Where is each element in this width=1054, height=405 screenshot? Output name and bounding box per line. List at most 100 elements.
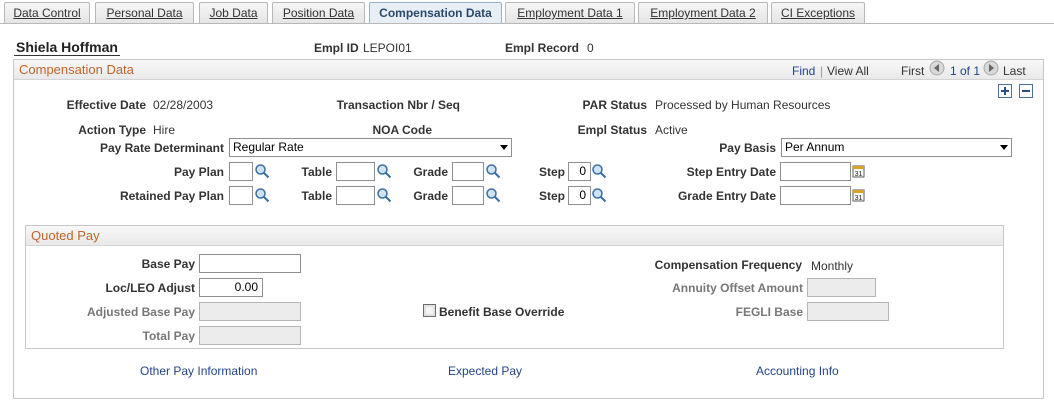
- delete-row-icon[interactable]: [1019, 84, 1033, 98]
- first-label[interactable]: First: [901, 64, 924, 78]
- name-underline: [14, 55, 120, 56]
- tab-label: Job Data: [209, 6, 258, 20]
- fegli-label: FEGLI Base: [735, 305, 803, 319]
- quoted-pay-header: Quoted Pay: [26, 226, 1003, 246]
- action-type-label: Action Type: [78, 123, 146, 137]
- retained-step-label: Step: [538, 189, 565, 203]
- total-pay-label: Total Pay: [142, 329, 195, 343]
- retained-table-input[interactable]: [336, 186, 375, 205]
- noa-code-label: NOA Code: [372, 123, 432, 137]
- loc-leo-label: Loc/LEO Adjust: [105, 281, 195, 295]
- calendar-icon[interactable]: 31: [852, 188, 865, 202]
- benefit-base-checkbox[interactable]: [423, 304, 436, 317]
- retained-step-input[interactable]: 0: [568, 186, 591, 205]
- expected-pay-link[interactable]: Expected Pay: [448, 364, 522, 378]
- empl-id-label: Empl ID: [314, 41, 359, 55]
- step-input[interactable]: 0: [568, 162, 591, 181]
- step-label: Step: [538, 165, 565, 179]
- retained-pay-plan-input[interactable]: [229, 186, 253, 205]
- loc-leo-input[interactable]: 0.00: [199, 278, 263, 297]
- tab-label: Position Data: [282, 6, 355, 20]
- tab-compensation-data[interactable]: Compensation Data: [369, 2, 502, 24]
- retained-grade-label: Grade: [413, 189, 448, 203]
- tab-divider: [0, 23, 1054, 24]
- grade-label: Grade: [413, 165, 448, 179]
- tab-data-control[interactable]: Data Control: [4, 2, 90, 24]
- search-icon[interactable]: [254, 187, 270, 203]
- compensation-section-header: Compensation Data: [14, 60, 1043, 80]
- tab-ci-exceptions[interactable]: CI Exceptions: [771, 2, 865, 24]
- tab-label: CI Exceptions: [780, 6, 856, 20]
- action-type-value: Hire: [153, 123, 176, 137]
- adjusted-base-input: [199, 302, 301, 321]
- employee-name: Shiela Hoffman: [16, 39, 118, 55]
- dropdown-arrow-icon: [1000, 145, 1008, 150]
- svg-text:31: 31: [855, 195, 863, 202]
- table-input[interactable]: [336, 162, 375, 181]
- section-title: Compensation Data: [19, 62, 134, 77]
- retained-pay-plan-label: Retained Pay Plan: [119, 189, 224, 203]
- pay-basis-selected: Per Annum: [785, 140, 845, 154]
- annuity-label: Annuity Offset Amount: [672, 281, 803, 295]
- view-all-link[interactable]: View All: [827, 64, 869, 78]
- find-link[interactable]: Find: [792, 64, 815, 78]
- step-entry-date-label: Step Entry Date: [686, 165, 776, 179]
- par-status-label: PAR Status: [582, 98, 647, 112]
- grade-entry-date-label: Grade Entry Date: [677, 189, 776, 203]
- comp-freq-value: Monthly: [811, 259, 854, 273]
- search-icon[interactable]: [591, 163, 607, 179]
- pay-rate-select[interactable]: Regular Rate: [229, 138, 512, 157]
- empl-id-value: LEPOI01: [363, 41, 412, 55]
- search-icon[interactable]: [485, 187, 501, 203]
- tab-position-data[interactable]: Position Data: [272, 2, 365, 24]
- prev-arrow-icon[interactable]: [929, 60, 945, 76]
- other-pay-link[interactable]: Other Pay Information: [140, 364, 257, 378]
- accounting-info-link[interactable]: Accounting Info: [756, 364, 839, 378]
- base-pay-label: Base Pay: [141, 257, 195, 271]
- grade-entry-date-input[interactable]: [780, 186, 851, 205]
- quoted-pay-title: Quoted Pay: [31, 228, 100, 243]
- empl-record-value: 0: [587, 41, 594, 55]
- search-icon[interactable]: [591, 187, 607, 203]
- tab-personal-data[interactable]: Personal Data: [95, 2, 194, 24]
- search-icon[interactable]: [254, 163, 270, 179]
- svg-text:31: 31: [855, 171, 863, 178]
- tab-employment-data-2[interactable]: Employment Data 2: [638, 2, 768, 24]
- retained-grade-input[interactable]: [452, 186, 484, 205]
- last-label[interactable]: Last: [1003, 64, 1026, 78]
- base-pay-input[interactable]: [199, 254, 301, 273]
- table-label: Table: [301, 165, 332, 179]
- effective-date-value: 02/28/2003: [153, 98, 214, 112]
- annuity-input: [807, 278, 876, 297]
- total-pay-input: [199, 326, 301, 345]
- search-icon[interactable]: [485, 163, 501, 179]
- calendar-icon[interactable]: 31: [852, 164, 865, 178]
- tab-label: Personal Data: [106, 6, 183, 20]
- tab-job-data[interactable]: Job Data: [199, 2, 268, 24]
- comp-freq-label: Compensation Frequency: [654, 258, 802, 272]
- pay-plan-input[interactable]: [229, 162, 253, 181]
- empl-status-value: Active: [655, 123, 688, 137]
- search-icon[interactable]: [376, 163, 392, 179]
- step-entry-date-input[interactable]: [780, 162, 851, 181]
- pay-basis-label: Pay Basis: [719, 141, 776, 155]
- empl-record-label: Empl Record: [505, 41, 580, 55]
- transaction-label: Transaction Nbr / Seq: [336, 98, 460, 112]
- fegli-input: [807, 302, 889, 321]
- next-arrow-icon[interactable]: [983, 60, 999, 76]
- grade-input[interactable]: [452, 162, 484, 181]
- add-row-icon[interactable]: [998, 84, 1012, 98]
- par-status-value: Processed by Human Resources: [655, 98, 831, 112]
- pay-basis-select[interactable]: Per Annum: [781, 138, 1012, 157]
- tab-label: Employment Data 2: [650, 6, 756, 20]
- effective-date-label: Effective Date: [66, 98, 146, 112]
- tab-employment-data-1[interactable]: Employment Data 1: [505, 2, 635, 24]
- adjusted-base-label: Adjusted Base Pay: [86, 305, 195, 319]
- dropdown-arrow-icon: [500, 145, 508, 150]
- tab-label: Compensation Data: [379, 6, 492, 20]
- search-icon[interactable]: [376, 187, 392, 203]
- pay-plan-label: Pay Plan: [173, 165, 224, 179]
- range-indicator: 1 of 1: [950, 64, 981, 78]
- retained-table-label: Table: [301, 189, 332, 203]
- empl-status-label: Empl Status: [577, 123, 647, 137]
